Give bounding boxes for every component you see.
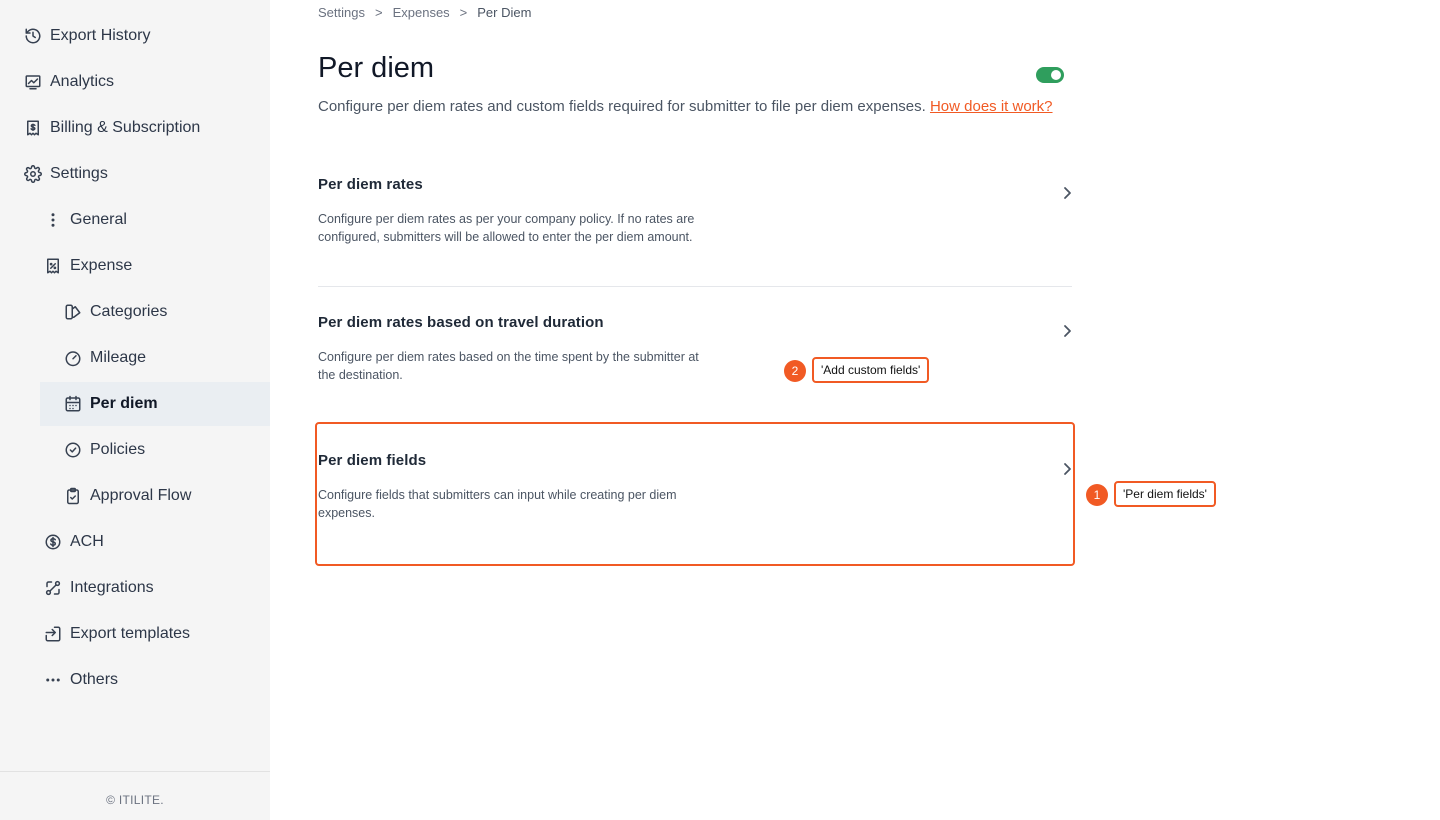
gear-icon [24, 165, 42, 183]
copyright-footer: © ITILITE. [106, 793, 164, 807]
sidebar-item-label: Approval Flow [90, 487, 192, 504]
sidebar-item-mileage[interactable]: Mileage [64, 336, 146, 380]
sidebar-item-general[interactable]: General [44, 198, 127, 242]
sidebar-item-expense[interactable]: Expense [44, 244, 132, 288]
sidebar-item-others[interactable]: Others [44, 658, 118, 702]
annotation-marker-1: 1 [1086, 484, 1108, 506]
page-title: Per diem [318, 52, 435, 84]
sidebar-item-billing[interactable]: Billing & Subscription [24, 106, 200, 150]
sidebar: Export History Analytics Billing & Subsc… [0, 0, 270, 820]
sidebar-item-label: Expense [70, 257, 133, 274]
sidebar-item-settings[interactable]: Settings [24, 152, 108, 196]
speedometer-icon [64, 349, 82, 367]
integrations-icon [44, 579, 62, 597]
breadcrumb-expenses[interactable]: Expenses [393, 5, 450, 20]
categories-icon [64, 303, 82, 321]
card-title: Per diem rates based on travel duration [318, 314, 604, 331]
breadcrumb-separator: > [459, 5, 468, 20]
sidebar-item-categories[interactable]: Categories [64, 290, 167, 334]
card-title: Per diem rates [318, 176, 423, 193]
chevron-right-icon [1064, 187, 1071, 199]
card-description: Configure per diem rates based on the ti… [318, 350, 699, 382]
calendar-icon [64, 395, 82, 413]
sidebar-item-analytics[interactable]: Analytics [24, 60, 114, 104]
toggle-knob [1051, 70, 1061, 80]
history-icon [24, 27, 42, 45]
page-description-text: Configure per diem rates and custom fiel… [318, 98, 926, 115]
receipt-icon [24, 119, 42, 137]
sidebar-item-label: Export templates [70, 625, 191, 642]
expense-receipt-icon [44, 257, 62, 275]
sidebar-item-label: Billing & Subscription [50, 119, 201, 136]
annotation-label-2: 'Add custom fields' [812, 357, 930, 383]
analytics-icon [24, 73, 42, 91]
sidebar-item-per-diem[interactable]: Per diem [40, 382, 270, 426]
sidebar-item-label: Policies [90, 441, 146, 458]
sidebar-item-integrations[interactable]: Integrations [44, 566, 154, 610]
sidebar-item-ach[interactable]: ACH [44, 520, 104, 564]
per-diem-travel-duration-card[interactable]: Per diem rates based on travel duration … [318, 314, 1072, 394]
sidebar-item-label: Settings [50, 165, 108, 182]
breadcrumb-per-diem: Per Diem [477, 5, 532, 20]
shield-check-icon [64, 441, 82, 459]
per-diem-rates-card[interactable]: Per diem rates Configure per diem rates … [318, 176, 1072, 256]
sidebar-item-label: Per diem [90, 395, 158, 412]
sidebar-footer-divider [0, 771, 270, 772]
sidebar-item-policies[interactable]: Policies [64, 428, 145, 472]
export-icon [44, 625, 62, 643]
breadcrumb-settings[interactable]: Settings [318, 5, 365, 20]
annotation-marker-2: 2 [784, 360, 806, 382]
clipboard-check-icon [64, 487, 82, 505]
sidebar-item-label: ACH [70, 533, 104, 550]
how-does-it-work-link[interactable]: How does it work? [930, 98, 1053, 115]
more-horizontal-icon [44, 671, 62, 689]
more-vertical-icon [44, 211, 62, 229]
sidebar-item-label: Categories [90, 303, 168, 320]
sidebar-item-export-templates[interactable]: Export templates [44, 612, 190, 656]
dollar-circle-icon [44, 533, 62, 551]
per-diem-enable-toggle[interactable] [1036, 67, 1064, 83]
annotation-highlight-box [315, 422, 1075, 566]
card-divider [318, 286, 1072, 287]
card-description: Configure per diem rates as per your com… [318, 212, 695, 244]
sidebar-item-label: Mileage [90, 349, 147, 366]
sidebar-item-label: Others [70, 671, 119, 688]
page-description: Configure per diem rates and custom fiel… [318, 98, 1053, 115]
annotation-label-1: 'Per diem fields' [1114, 481, 1216, 507]
sidebar-item-label: Analytics [50, 73, 115, 90]
sidebar-item-export-history[interactable]: Export History [24, 14, 150, 58]
breadcrumb-separator: > [374, 5, 383, 20]
sidebar-item-label: Export History [50, 27, 151, 44]
breadcrumb: Settings > Expenses > Per Diem [318, 5, 531, 20]
sidebar-item-label: Integrations [70, 579, 154, 596]
sidebar-item-approval-flow[interactable]: Approval Flow [64, 474, 191, 518]
chevron-right-icon [1064, 325, 1071, 337]
sidebar-item-label: General [70, 211, 127, 228]
